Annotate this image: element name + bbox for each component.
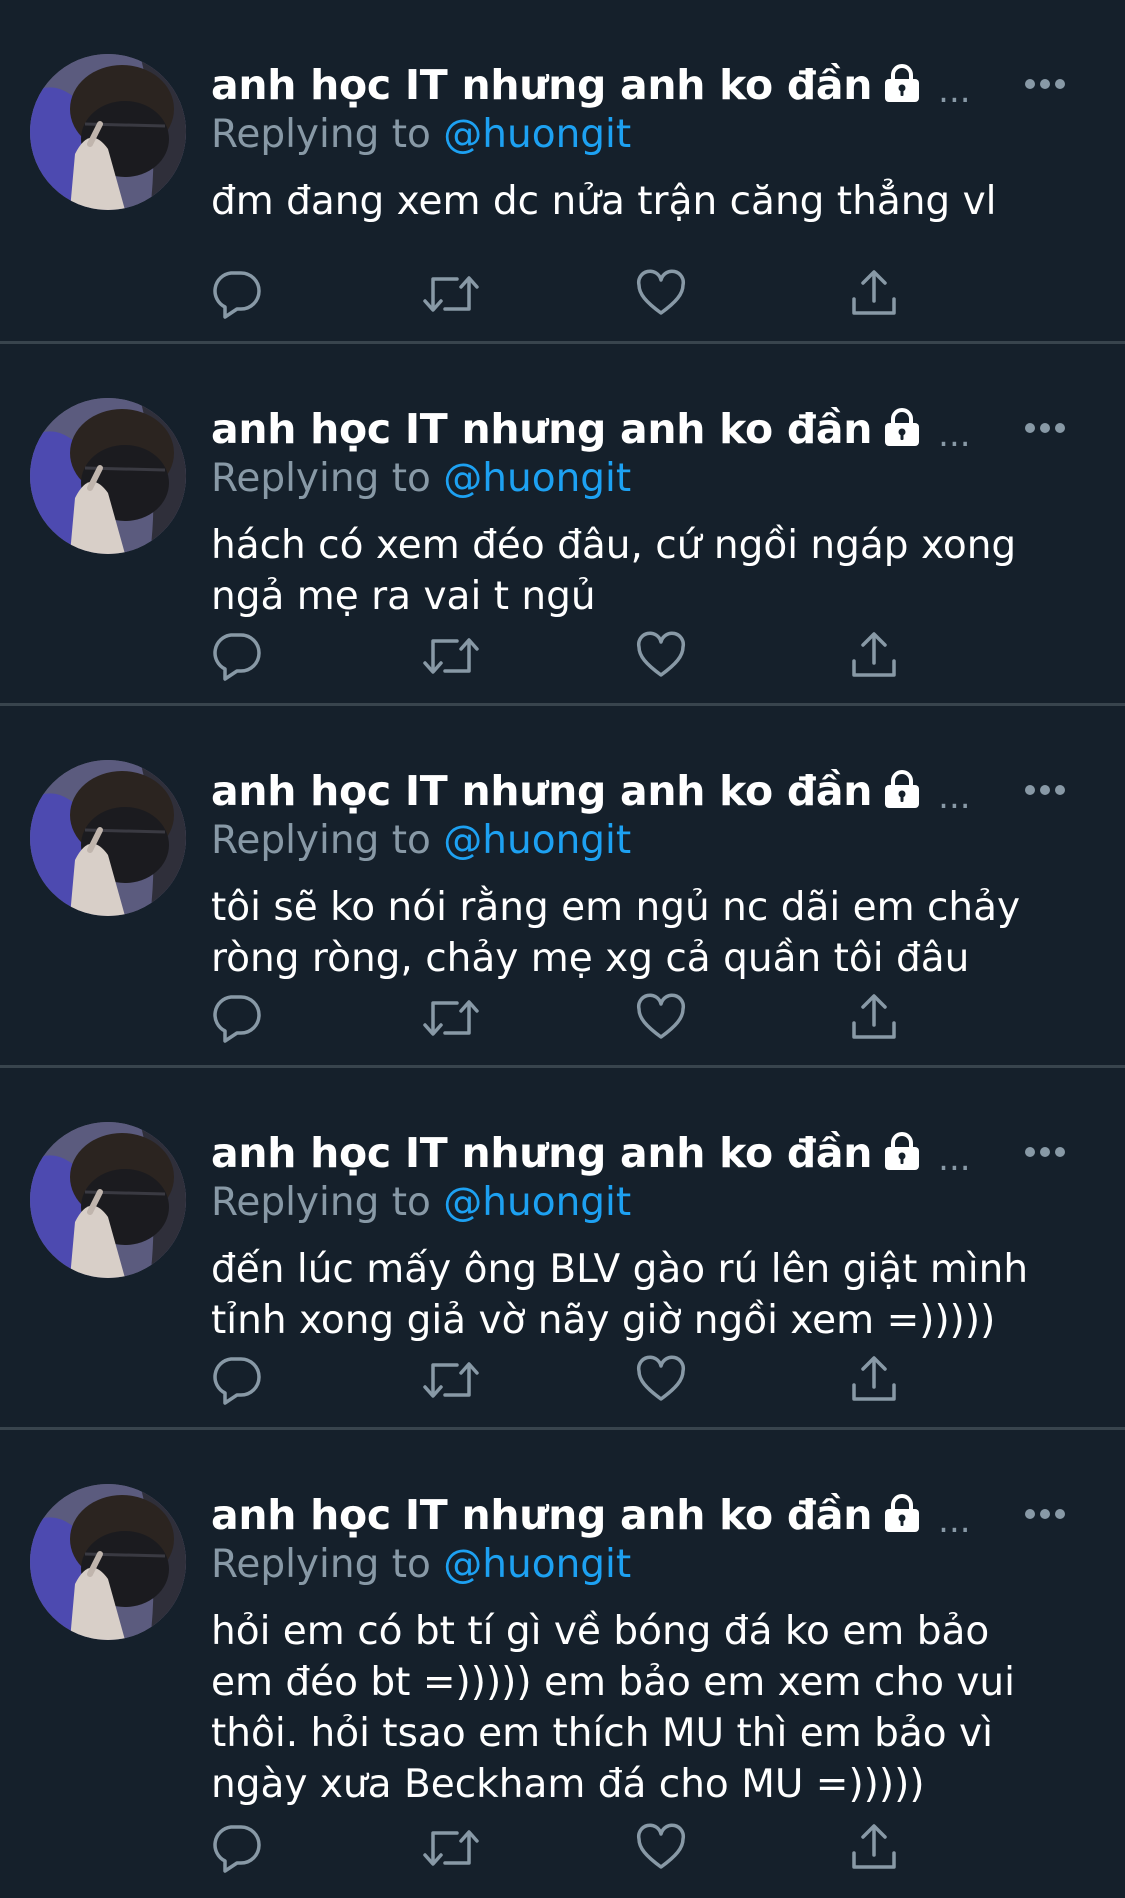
display-name[interactable]: anh học IT nhưng anh ko đần bbox=[211, 1491, 872, 1539]
tweet-header: anh học IT nhưng anh ko đần ... bbox=[211, 403, 971, 455]
replying-to: Replying to @huongit bbox=[211, 1542, 631, 1587]
more-horizontal-icon[interactable] bbox=[1023, 76, 1067, 90]
lock-icon bbox=[882, 64, 922, 106]
share-icon[interactable] bbox=[849, 1355, 899, 1405]
tweet-actions bbox=[211, 269, 911, 319]
share-icon[interactable] bbox=[849, 269, 899, 319]
tweet-actions bbox=[211, 1355, 911, 1405]
replying-to-handle[interactable]: @huongit bbox=[443, 1180, 631, 1225]
replying-to-label: Replying to bbox=[211, 112, 431, 157]
avatar[interactable] bbox=[30, 1122, 186, 1278]
replying-to-label: Replying to bbox=[211, 818, 431, 863]
replying-to-handle[interactable]: @huongit bbox=[443, 1542, 631, 1587]
lock-icon bbox=[882, 408, 922, 450]
tweet-header: anh học IT nhưng anh ko đần ... bbox=[211, 59, 971, 111]
display-name[interactable]: anh học IT nhưng anh ko đần bbox=[211, 61, 872, 109]
reply-icon[interactable] bbox=[211, 1355, 261, 1405]
heart-icon[interactable] bbox=[636, 1355, 686, 1405]
replying-to: Replying to @huongit bbox=[211, 112, 631, 157]
tweet-header: anh học IT nhưng anh ko đần ... bbox=[211, 1127, 971, 1179]
replying-to-label: Replying to bbox=[211, 1180, 431, 1225]
tweet-header: anh học IT nhưng anh ko đần ... bbox=[211, 765, 971, 817]
share-icon[interactable] bbox=[849, 631, 899, 681]
tweet[interactable]: anh học IT nhưng anh ko đần ... Replying… bbox=[0, 1430, 1125, 1898]
avatar[interactable] bbox=[30, 1484, 186, 1640]
tweet-text: hách có xem đéo đâu, cứ ngồi ngáp xong n… bbox=[211, 523, 1017, 619]
reply-icon[interactable] bbox=[211, 269, 261, 319]
display-name[interactable]: anh học IT nhưng anh ko đần bbox=[211, 405, 872, 453]
avatar[interactable] bbox=[30, 398, 186, 554]
tweet-header: anh học IT nhưng anh ko đần ... bbox=[211, 1489, 971, 1541]
name-truncation: ... bbox=[938, 415, 971, 455]
heart-icon[interactable] bbox=[636, 269, 686, 319]
retweet-icon[interactable] bbox=[423, 631, 479, 681]
replying-to-handle[interactable]: @huongit bbox=[443, 112, 631, 157]
display-name[interactable]: anh học IT nhưng anh ko đần bbox=[211, 767, 872, 815]
tweet-text: đến lúc mấy ông BLV gào rú lên giật mình… bbox=[211, 1247, 1029, 1343]
tweet-text: đm đang xem dc nửa trận căng thẳng vl bbox=[211, 179, 997, 224]
name-truncation: ... bbox=[938, 71, 971, 111]
tweet-text: hỏi em có bt tí gì về bóng đá ko em bảo … bbox=[211, 1609, 1015, 1807]
replying-to-label: Replying to bbox=[211, 456, 431, 501]
lock-icon bbox=[882, 1494, 922, 1536]
lock-icon bbox=[882, 1132, 922, 1174]
replying-to: Replying to @huongit bbox=[211, 818, 631, 863]
tweet-actions bbox=[211, 631, 911, 681]
share-icon[interactable] bbox=[849, 1823, 899, 1873]
replying-to-handle[interactable]: @huongit bbox=[443, 456, 631, 501]
more-horizontal-icon[interactable] bbox=[1023, 1144, 1067, 1158]
replying-to-label: Replying to bbox=[211, 1542, 431, 1587]
reply-icon[interactable] bbox=[211, 1823, 261, 1873]
retweet-icon[interactable] bbox=[423, 993, 479, 1043]
tweet[interactable]: anh học IT nhưng anh ko đần ... Replying… bbox=[0, 706, 1125, 1068]
retweet-icon[interactable] bbox=[423, 269, 479, 319]
avatar[interactable] bbox=[30, 54, 186, 210]
tweet[interactable]: anh học IT nhưng anh ko đần ... Replying… bbox=[0, 344, 1125, 706]
reply-icon[interactable] bbox=[211, 631, 261, 681]
tweet[interactable]: anh học IT nhưng anh ko đần ... Replying… bbox=[0, 1068, 1125, 1430]
replying-to: Replying to @huongit bbox=[211, 1180, 631, 1225]
tweet[interactable]: anh học IT nhưng anh ko đần ... Replying… bbox=[0, 0, 1125, 344]
more-horizontal-icon[interactable] bbox=[1023, 1506, 1067, 1520]
tweet-actions bbox=[211, 1823, 911, 1873]
lock-icon bbox=[882, 770, 922, 812]
heart-icon[interactable] bbox=[636, 1823, 686, 1873]
heart-icon[interactable] bbox=[636, 631, 686, 681]
name-truncation: ... bbox=[938, 777, 971, 817]
retweet-icon[interactable] bbox=[423, 1355, 479, 1405]
share-icon[interactable] bbox=[849, 993, 899, 1043]
name-truncation: ... bbox=[938, 1139, 971, 1179]
more-horizontal-icon[interactable] bbox=[1023, 782, 1067, 796]
reply-icon[interactable] bbox=[211, 993, 261, 1043]
replying-to: Replying to @huongit bbox=[211, 456, 631, 501]
tweet-text: tôi sẽ ko nói rằng em ngủ nc dãi em chảy… bbox=[211, 885, 1021, 981]
display-name[interactable]: anh học IT nhưng anh ko đần bbox=[211, 1129, 872, 1177]
name-truncation: ... bbox=[938, 1501, 971, 1541]
tweet-thread: anh học IT nhưng anh ko đần ... Replying… bbox=[0, 0, 1125, 1898]
replying-to-handle[interactable]: @huongit bbox=[443, 818, 631, 863]
retweet-icon[interactable] bbox=[423, 1823, 479, 1873]
heart-icon[interactable] bbox=[636, 993, 686, 1043]
more-horizontal-icon[interactable] bbox=[1023, 420, 1067, 434]
tweet-actions bbox=[211, 993, 911, 1043]
avatar[interactable] bbox=[30, 760, 186, 916]
